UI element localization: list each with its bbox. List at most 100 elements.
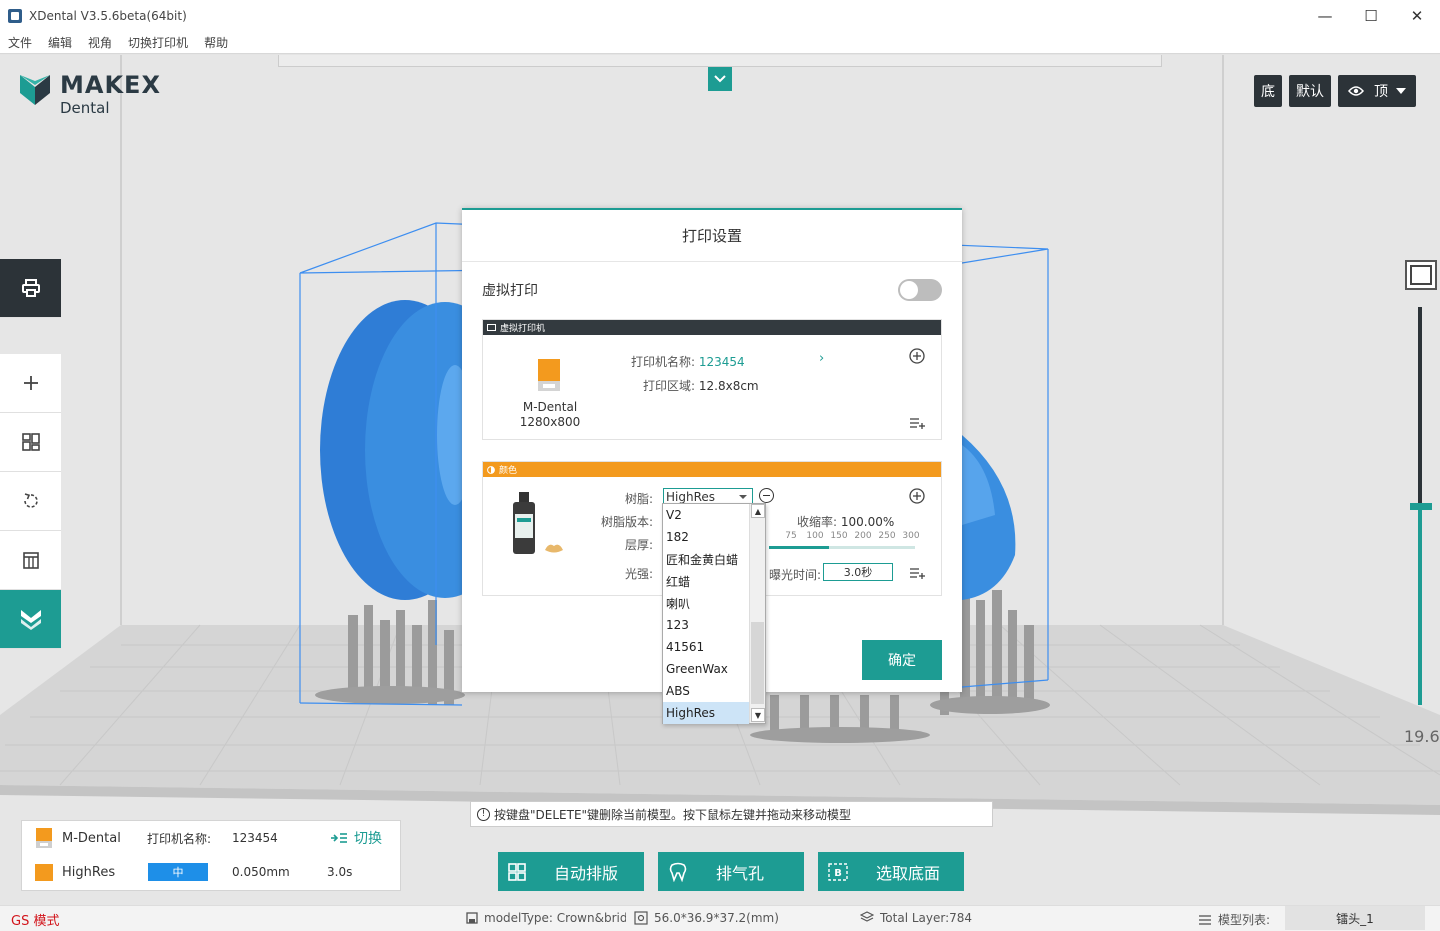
virtual-print-toggle[interactable] bbox=[898, 279, 942, 301]
printer-list-add-icon[interactable] bbox=[909, 417, 925, 429]
remove-resin-icon[interactable] bbox=[759, 488, 774, 503]
select-bottom-button[interactable]: B 选取底面 bbox=[818, 852, 964, 891]
resin-option[interactable]: 123 bbox=[663, 614, 749, 636]
switch-label: 切换 bbox=[354, 831, 382, 847]
dropdown-scrollbar[interactable]: ▲ ▼ bbox=[749, 504, 765, 723]
total-layer-text: Total Layer:784 bbox=[880, 911, 973, 925]
menu-bar: 文件 编辑 视角 切换打印机 帮助 bbox=[0, 32, 1440, 54]
vent-hole-button[interactable]: 排气孔 bbox=[658, 852, 804, 891]
save-icon bbox=[466, 912, 478, 924]
layer-slider-handle[interactable] bbox=[1410, 503, 1432, 510]
menu-switch-printer[interactable]: 切换打印机 bbox=[128, 34, 188, 51]
exposure-input[interactable]: 3.0秒 bbox=[823, 563, 893, 581]
makex-logo: MAKEX Dental bbox=[18, 73, 161, 117]
print-tool-button[interactable] bbox=[0, 259, 61, 318]
layer-thickness-label: 层厚: bbox=[624, 538, 653, 552]
model-list-label: 模型列表: bbox=[1218, 913, 1271, 927]
resin-option[interactable]: 41561 bbox=[663, 636, 749, 658]
menu-edit[interactable]: 编辑 bbox=[48, 34, 72, 51]
hint-text: 按键盘"DELETE"键删除当前模型。按下鼠标左键并拖动来移动模型 bbox=[494, 807, 852, 822]
printer-model-line1: M-Dental bbox=[522, 400, 578, 414]
expand-panel-button[interactable] bbox=[708, 67, 732, 91]
resin-color-swatch-icon bbox=[35, 864, 53, 881]
printer-area-value: 12.8x8cm bbox=[698, 379, 759, 393]
caret-down-icon bbox=[1396, 88, 1406, 94]
summary-resin-row: HighRes 中 0.050mm 3.0s bbox=[22, 855, 402, 889]
model-type-item: modelType: Crown&bridge bbox=[466, 911, 626, 925]
switch-printer-button[interactable]: 切换 bbox=[330, 828, 382, 848]
left-toolbar bbox=[0, 259, 61, 649]
printer-card-header: 虚拟打印机 bbox=[483, 320, 941, 335]
switch-list-icon bbox=[331, 833, 347, 843]
resin-option[interactable]: V2 bbox=[663, 504, 749, 526]
layers-icon bbox=[860, 911, 874, 922]
scale-tick: 200 bbox=[854, 531, 872, 541]
confirm-button[interactable]: 确定 bbox=[862, 640, 942, 680]
layer-preview-toggle[interactable] bbox=[1405, 260, 1437, 290]
summary-exposure: 3.0s bbox=[327, 865, 353, 879]
printer-summary-panel: M-Dental 打印机名称: 123454 切换 HighRes 中 0.05… bbox=[21, 820, 401, 891]
rotate-icon bbox=[23, 493, 38, 508]
hint-bar: ! 按键盘"DELETE"键删除当前模型。按下鼠标左键并拖动来移动模型 bbox=[470, 801, 993, 827]
resin-bottle-icon bbox=[513, 492, 535, 554]
add-printer-circle-icon[interactable] bbox=[909, 348, 925, 364]
gs-mode-indicator[interactable]: GS 模式 bbox=[11, 910, 59, 929]
scroll-down-icon[interactable]: ▼ bbox=[751, 708, 765, 722]
window-controls: — ☐ ✕ bbox=[1302, 0, 1440, 32]
resin-option[interactable]: 喇叭 bbox=[663, 592, 749, 614]
view-bottom-button[interactable]: 底 bbox=[1254, 75, 1282, 107]
printer-icon bbox=[21, 279, 40, 297]
view-default-button[interactable]: 默认 bbox=[1289, 75, 1331, 107]
layout-tool-button[interactable] bbox=[0, 413, 61, 472]
scale-tick: 250 bbox=[878, 531, 896, 541]
model-tab[interactable]: 镭头_1 bbox=[1285, 906, 1425, 930]
minimize-button[interactable]: — bbox=[1302, 0, 1348, 32]
support-tool-button[interactable] bbox=[0, 531, 61, 590]
scroll-up-icon[interactable]: ▲ bbox=[751, 504, 765, 518]
summary-printer-model: M-Dental bbox=[62, 830, 121, 846]
scrollbar-thumb[interactable] bbox=[751, 622, 764, 704]
printer-model-line2: 1280x800 bbox=[519, 415, 581, 429]
view-top-dropdown[interactable]: 顶 bbox=[1338, 75, 1416, 107]
auto-arrange-button[interactable]: 自动排版 bbox=[498, 852, 644, 891]
resin-option[interactable]: 红蜡 bbox=[663, 570, 749, 592]
menu-view[interactable]: 视角 bbox=[88, 34, 112, 51]
printer-area-row: 打印区域: 12.8x8cm bbox=[643, 377, 759, 394]
maximize-button[interactable]: ☐ bbox=[1348, 0, 1394, 32]
resin-option[interactable]: 182 bbox=[663, 526, 749, 548]
close-button[interactable]: ✕ bbox=[1394, 0, 1440, 32]
resin-option[interactable]: ABS bbox=[663, 680, 749, 702]
add-resin-circle-icon[interactable] bbox=[909, 488, 925, 504]
summary-printer-name-label: 打印机名称: bbox=[147, 831, 212, 846]
printer-thumbnail-icon bbox=[36, 828, 52, 848]
resin-option[interactable]: 匠和金黄白蜡 bbox=[663, 548, 749, 570]
rotate-tool-button[interactable] bbox=[0, 472, 61, 531]
resin-option[interactable]: GreenWax bbox=[663, 658, 749, 680]
printer-thumbnail-icon bbox=[538, 359, 560, 391]
resin-option-selected[interactable]: HighRes bbox=[663, 702, 749, 724]
tooth-icon bbox=[669, 862, 687, 882]
svg-text:B: B bbox=[834, 868, 842, 879]
summary-printer-name: 123454 bbox=[232, 831, 278, 845]
model-type-text: modelType: Crown&bridge bbox=[484, 911, 626, 925]
scale-tick: 300 bbox=[902, 531, 920, 541]
summary-layer-height: 0.050mm bbox=[232, 865, 290, 879]
makex-tool-button[interactable] bbox=[0, 590, 61, 649]
printer-chevron-right-icon[interactable]: › bbox=[819, 351, 824, 366]
menu-help[interactable]: 帮助 bbox=[204, 34, 228, 51]
resin-version-label: 树脂版本: bbox=[600, 515, 653, 529]
printer-name-value[interactable]: 123454 bbox=[699, 355, 745, 369]
shrink-label: 收缩率: bbox=[797, 515, 838, 529]
model-dimensions-text: 56.0*36.9*37.2(mm) bbox=[654, 911, 779, 925]
shrink-scale-slider[interactable] bbox=[769, 546, 915, 549]
total-layer-item: Total Layer:784 bbox=[860, 911, 972, 925]
color-half-circle-icon bbox=[487, 465, 495, 474]
logo-sub-text: Dental bbox=[60, 99, 110, 117]
add-model-button[interactable] bbox=[0, 354, 61, 413]
select-bottom-label: 选取底面 bbox=[876, 863, 941, 883]
makex-mark-icon bbox=[20, 610, 41, 630]
scale-tick: 100 bbox=[806, 531, 824, 541]
resin-list-add-icon[interactable] bbox=[909, 567, 925, 579]
menu-file[interactable]: 文件 bbox=[8, 34, 32, 51]
printer-name-label: 打印机名称: bbox=[631, 355, 696, 369]
